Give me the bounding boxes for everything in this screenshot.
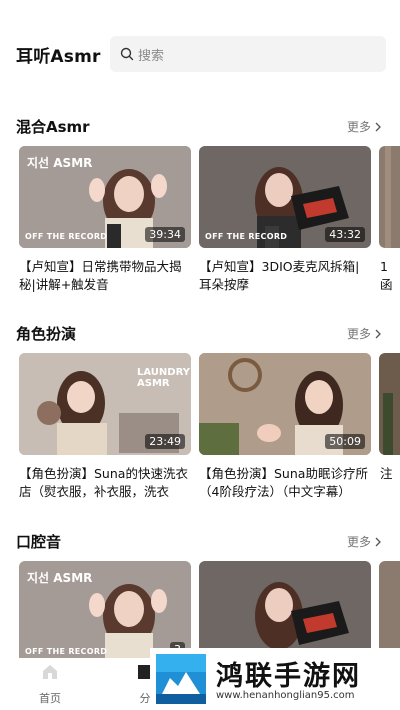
- video-thumbnail[interactable]: 지선 ASMR OFF THE RECORD 39:34: [19, 146, 191, 248]
- chevron-right-icon: [375, 122, 381, 131]
- thumbnail-tag: OFF THE RECORD: [205, 232, 288, 241]
- watermark-logo: [156, 654, 206, 704]
- video-duration: 39:34: [145, 227, 185, 242]
- video-title-peek: 1 函: [380, 259, 393, 292]
- more-label: 更多: [346, 120, 371, 134]
- watermark-url: www.henanhonglian95.com: [216, 690, 355, 701]
- video-thumbnail[interactable]: OFF THE RECORD 43:32: [199, 146, 371, 248]
- tab-label: 首页: [39, 692, 61, 705]
- section-mixed-asmr: 混合Asmr 更多 지선 ASMR OFF THE RECORD 39:34 【…: [0, 116, 400, 292]
- video-title[interactable]: 【卢知宣】日常携带物品大揭秘|讲解+触发音: [19, 258, 191, 294]
- section-roleplay: 角色扮演 更多 LAUNDRY ASMR 23:49 【角色扮演】Suna的快速…: [0, 323, 400, 499]
- search-input[interactable]: 搜索: [110, 36, 386, 72]
- video-card[interactable]: LAUNDRY ASMR 23:49 【角色扮演】Suna的快速洗衣店（熨衣服，…: [19, 353, 191, 501]
- home-icon: [43, 665, 57, 679]
- video-title[interactable]: 【角色扮演】Suna助眠诊疗所（4阶段疗法）（中文字幕）: [199, 465, 371, 501]
- more-label: 更多: [346, 327, 371, 341]
- video-thumbnail[interactable]: 50:09: [199, 353, 371, 455]
- watermark: 鸿联手游网 www.henanhonglian95.com: [150, 648, 400, 710]
- chevron-right-icon: [375, 329, 381, 338]
- video-thumbnail[interactable]: LAUNDRY ASMR 23:49: [19, 353, 191, 455]
- more-button[interactable]: 更多: [347, 533, 382, 550]
- thumbnail-tag: OFF THE RECORD: [25, 232, 108, 241]
- section-mouth-sounds: 口腔音 更多 지선 ASMR OFF THE RECORD 3: [0, 531, 400, 663]
- thumbnail-title: LAUNDRY ASMR: [137, 367, 190, 389]
- watermark-text: 鸿联手游网: [216, 661, 361, 692]
- video-title[interactable]: 【卢知宣】3DIO麦克风拆箱|耳朵按摩: [199, 258, 371, 294]
- video-card[interactable]: 지선 ASMR OFF THE RECORD 39:34 【卢知宣】日常携带物品…: [19, 146, 191, 294]
- video-duration: 23:49: [145, 434, 185, 449]
- video-card-peek[interactable]: [379, 353, 400, 455]
- video-title[interactable]: 【角色扮演】Suna的快速洗衣店（熨衣服，补衣服，洗衣: [19, 465, 191, 501]
- thumbnail-title: 지선 ASMR: [27, 156, 93, 170]
- more-button[interactable]: 更多: [347, 325, 382, 342]
- video-card[interactable]: 50:09 【角色扮演】Suna助眠诊疗所（4阶段疗法）（中文字幕）: [199, 353, 371, 501]
- search-placeholder: 搜索: [138, 49, 165, 64]
- video-card-peek[interactable]: [379, 146, 400, 248]
- more-button[interactable]: 更多: [347, 118, 382, 135]
- video-card[interactable]: OFF THE RECORD 43:32 【卢知宣】3DIO麦克风拆箱|耳朵按摩: [199, 146, 371, 294]
- video-duration: 50:09: [325, 434, 365, 449]
- thumbnail-title: 지선 ASMR: [27, 571, 93, 585]
- chevron-right-icon: [375, 537, 381, 546]
- thumbnail-tag: OFF THE RECORD: [25, 647, 108, 656]
- video-duration: 43:32: [325, 227, 365, 242]
- section-title: 角色扮演: [16, 325, 77, 343]
- search-icon: [120, 47, 134, 61]
- more-label: 更多: [346, 535, 371, 549]
- header: 耳听Asmr 搜索: [0, 0, 400, 90]
- section-title: 混合Asmr: [16, 118, 90, 136]
- tab-home[interactable]: 首页: [20, 662, 80, 706]
- video-title-peek: 注: [380, 466, 393, 481]
- section-title: 口腔音: [16, 533, 62, 551]
- app-title: 耳听Asmr: [16, 47, 101, 67]
